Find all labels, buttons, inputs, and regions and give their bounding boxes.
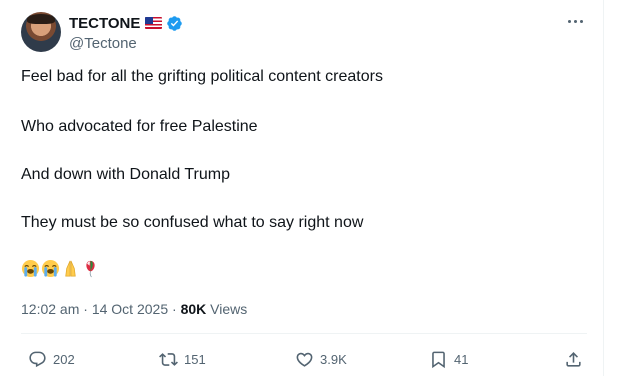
post-emojis [21,259,100,278]
repost-icon [159,352,178,366]
author-display-name[interactable]: TECTONE [69,15,140,32]
post-text-line: Feel bad for all the grifting political … [21,68,383,85]
folded-hands-icon [65,260,76,277]
repost-count: 151 [184,351,206,367]
post-metadata: 12:02 am · 14 Oct 2025 · 80K Views [21,301,247,317]
post-date[interactable]: 14 Oct 2025 [92,301,168,317]
reply-icon [29,351,46,367]
post-text-line: And down with Donald Trump [21,166,230,183]
reply-count: 202 [53,351,75,367]
post-time[interactable]: 12:02 am [21,301,79,317]
author-avatar[interactable] [21,12,61,52]
author-handle[interactable]: @Tectone [69,35,137,52]
meta-separator: · [83,301,88,317]
loudly-crying-face-icon [21,259,40,278]
views-count[interactable]: 80K [181,301,207,317]
loudly-crying-face-icon [41,259,60,278]
bookmark-icon [432,351,445,368]
reply-button[interactable]: 202 [28,348,75,370]
views-label: Views [210,301,248,317]
like-count: 3.9K [320,351,347,367]
author-name-row: TECTONE [69,14,183,32]
bookmark-count: 41 [454,351,469,367]
heart-icon [296,352,313,367]
verified-badge-icon[interactable] [166,15,183,32]
post-text-line: They must be so confused what to say rig… [21,214,364,231]
share-button[interactable] [564,348,583,370]
share-icon [566,351,581,367]
post-text-line: Who advocated for free Palestine [21,118,258,135]
balloon-icon [86,260,95,278]
more-options-icon[interactable] [568,16,586,26]
divider [21,333,587,334]
us-flag-icon [145,17,163,29]
like-button[interactable]: 3.9K [295,348,347,370]
tweet-card: TECTONE @Tectone Feel bad for all the gr… [0,0,604,376]
meta-separator: · [172,301,177,317]
bookmark-button[interactable]: 41 [429,348,468,370]
repost-button[interactable]: 151 [159,348,206,370]
